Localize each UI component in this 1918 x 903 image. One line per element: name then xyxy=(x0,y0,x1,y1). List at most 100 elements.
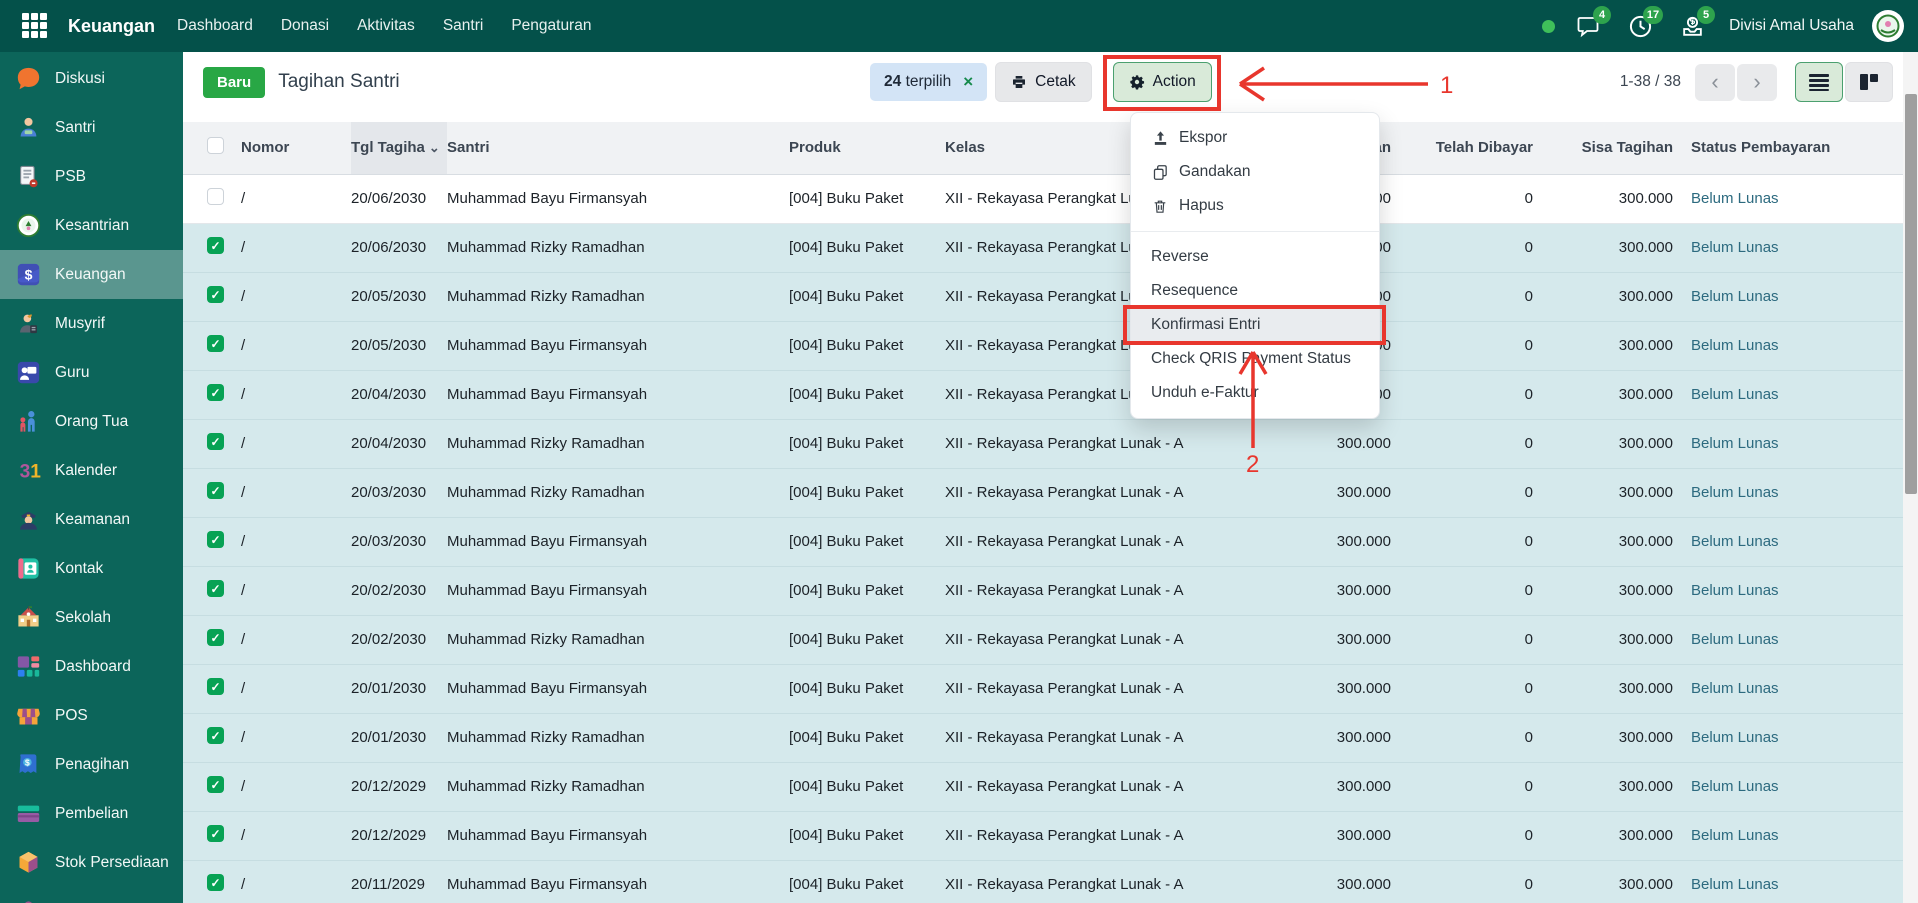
sidebar-item-penagihan[interactable]: $Penagihan xyxy=(0,740,183,789)
sidebar-item-guru[interactable]: Guru xyxy=(0,348,183,397)
menu-item-konfirmasi-entri[interactable]: Konfirmasi Entri xyxy=(1131,308,1379,342)
row-checkbox[interactable] xyxy=(207,482,224,499)
row-checkbox[interactable] xyxy=(207,531,224,548)
header-sisa-tagihan[interactable]: Sisa Tagihan xyxy=(1539,122,1679,174)
row-checkbox[interactable] xyxy=(207,286,224,303)
top-menu-donasi[interactable]: Donasi xyxy=(281,17,329,35)
cell-telah-dibayar: 0 xyxy=(1397,272,1539,321)
header-nomor[interactable]: Nomor xyxy=(239,122,351,174)
header-telah-dibayar[interactable]: Telah Dibayar xyxy=(1397,122,1539,174)
user-avatar[interactable] xyxy=(1872,10,1904,42)
table-row[interactable]: /20/06/2030Muhammad Rizky Ramadhan[004] … xyxy=(183,223,1903,272)
app-name[interactable]: Keuangan xyxy=(68,16,155,37)
cell-telah-dibayar: 0 xyxy=(1397,566,1539,615)
top-menu-santri[interactable]: Santri xyxy=(443,17,484,35)
cell-kelas-text: XII - Rekayasa Perangkat Lunak - A xyxy=(945,680,1183,697)
table-row[interactable]: /20/03/2030Muhammad Bayu Firmansyah[004]… xyxy=(183,517,1903,566)
sidebar-item-orang-tua[interactable]: Orang Tua xyxy=(0,397,183,446)
table-row[interactable]: /20/02/2030Muhammad Bayu Firmansyah[004]… xyxy=(183,566,1903,615)
menu-item-unduh-e-faktur[interactable]: Unduh e-Faktur xyxy=(1131,376,1379,410)
header-tgl-tagihan[interactable]: Tgl Tagiha⌄ xyxy=(351,122,447,174)
sidebar-item-dashboard[interactable]: Dashboard xyxy=(0,642,183,691)
table-row[interactable]: /20/03/2030Muhammad Rizky Ramadhan[004] … xyxy=(183,468,1903,517)
company-name[interactable]: Divisi Amal Usaha xyxy=(1729,17,1854,35)
row-checkbox[interactable] xyxy=(207,237,224,254)
sidebar-item-kontak[interactable]: Kontak xyxy=(0,544,183,593)
sidebar-item-psb[interactable]: PSB xyxy=(0,152,183,201)
activities-icon[interactable]: 17 xyxy=(1625,11,1655,41)
table-row[interactable]: /20/05/2030Muhammad Bayu Firmansyah[004]… xyxy=(183,321,1903,370)
row-checkbox[interactable] xyxy=(207,580,224,597)
print-button[interactable]: Cetak xyxy=(995,62,1092,102)
sidebar-item-diskusi[interactable]: Diskusi xyxy=(0,54,183,103)
table-row[interactable]: /20/04/2030Muhammad Bayu Firmansyah[004]… xyxy=(183,370,1903,419)
header-produk[interactable]: Produk xyxy=(789,122,945,174)
action-button[interactable]: Action xyxy=(1113,62,1212,102)
row-checkbox[interactable] xyxy=(207,776,224,793)
cell-total-tagihan: 300.000 xyxy=(1241,860,1397,903)
sidebar-item-santri[interactable]: Santri xyxy=(0,103,183,152)
table-row[interactable]: /20/02/2030Muhammad Rizky Ramadhan[004] … xyxy=(183,615,1903,664)
list-view-button[interactable] xyxy=(1795,62,1843,102)
selected-count-chip[interactable]: 24 terpilih × xyxy=(870,63,987,101)
table-row[interactable]: /20/12/2029Muhammad Rizky Ramadhan[004] … xyxy=(183,762,1903,811)
table-row[interactable]: /20/04/2030Muhammad Rizky Ramadhan[004] … xyxy=(183,419,1903,468)
sidebar-item-kesantrian[interactable]: Kesantrian xyxy=(0,201,183,250)
scrollbar-thumb[interactable] xyxy=(1905,94,1917,494)
row-checkbox[interactable] xyxy=(207,433,224,450)
new-button[interactable]: Baru xyxy=(203,67,265,98)
cell-telah-dibayar: 0 xyxy=(1397,762,1539,811)
cell-status-pembayaran: Belum Lunas xyxy=(1679,811,1903,860)
top-menu-aktivitas[interactable]: Aktivitas xyxy=(357,17,415,35)
cell-produk-text: [004] Buku Paket xyxy=(789,827,903,844)
row-checkbox[interactable] xyxy=(207,629,224,646)
menu-item-gandakan[interactable]: Gandakan xyxy=(1131,155,1379,189)
money-inbox-icon[interactable]: 5 xyxy=(1677,11,1707,41)
sidebar-item-stok-persediaan[interactable]: Stok Persediaan xyxy=(0,838,183,887)
cell-total-tagihan: 300.000 xyxy=(1241,468,1397,517)
pager-prev-button[interactable]: ‹ xyxy=(1695,64,1735,101)
messages-icon[interactable]: 4 xyxy=(1573,11,1603,41)
row-checkbox[interactable] xyxy=(207,384,224,401)
cell-tgl-tagihan: 20/12/2029 xyxy=(351,762,447,811)
table-row[interactable]: /20/01/2030Muhammad Bayu Firmansyah[004]… xyxy=(183,664,1903,713)
header-status-pembayaran[interactable]: Status Pembayaran xyxy=(1679,122,1903,174)
row-checkbox[interactable] xyxy=(207,188,224,205)
table-row[interactable]: /20/01/2030Muhammad Rizky Ramadhan[004] … xyxy=(183,713,1903,762)
table-row[interactable]: /20/06/2030Muhammad Bayu Firmansyah[004]… xyxy=(183,174,1903,223)
sidebar-item-sekolah[interactable]: Sekolah xyxy=(0,593,183,642)
sidebar-item-keuangan[interactable]: $Keuangan xyxy=(0,250,183,299)
table-row[interactable]: /20/12/2029Muhammad Bayu Firmansyah[004]… xyxy=(183,811,1903,860)
vertical-scrollbar xyxy=(1903,52,1918,903)
header-santri[interactable]: Santri xyxy=(447,122,789,174)
pager-next-button[interactable]: › xyxy=(1737,64,1777,101)
row-checkbox[interactable] xyxy=(207,825,224,842)
clear-selection-icon[interactable]: × xyxy=(963,72,973,92)
sidebar-item-karyawan[interactable]: Karyawan xyxy=(0,887,183,903)
top-menu-pengaturan[interactable]: Pengaturan xyxy=(511,17,591,35)
row-checkbox[interactable] xyxy=(207,727,224,744)
sidebar-item-pembelian[interactable]: Pembelian xyxy=(0,789,183,838)
apps-grid-icon[interactable] xyxy=(22,13,48,39)
sidebar-item-kalender[interactable]: 31Kalender xyxy=(0,446,183,495)
sidebar-item-musyrif[interactable]: Musyrif xyxy=(0,299,183,348)
cell-sisa-tagihan-text: 300.000 xyxy=(1619,239,1673,256)
sidebar-item-keamanan[interactable]: Keamanan xyxy=(0,495,183,544)
sidebar-item-label: Kontak xyxy=(55,560,103,578)
sidebar-item-pos[interactable]: POS xyxy=(0,691,183,740)
top-menu-dashboard[interactable]: Dashboard xyxy=(177,17,253,35)
menu-item-ekspor[interactable]: Ekspor xyxy=(1131,121,1379,155)
menu-item-resequence[interactable]: Resequence xyxy=(1131,274,1379,308)
select-all-checkbox[interactable] xyxy=(207,137,224,154)
table-row[interactable]: /20/11/2029Muhammad Bayu Firmansyah[004]… xyxy=(183,860,1903,903)
row-checkbox[interactable] xyxy=(207,874,224,891)
table-row[interactable]: /20/05/2030Muhammad Rizky Ramadhan[004] … xyxy=(183,272,1903,321)
kanban-view-button[interactable] xyxy=(1845,62,1893,102)
menu-item-hapus[interactable]: Hapus xyxy=(1131,189,1379,223)
row-checkbox[interactable] xyxy=(207,335,224,352)
menu-item-reverse[interactable]: Reverse xyxy=(1131,240,1379,274)
row-checkbox[interactable] xyxy=(207,678,224,695)
sidebar-item-label: Sekolah xyxy=(55,609,111,627)
sidebar-item-label: Kesantrian xyxy=(55,217,129,235)
menu-item-check-qris-payment-status[interactable]: Check QRIS Payment Status xyxy=(1131,342,1379,376)
